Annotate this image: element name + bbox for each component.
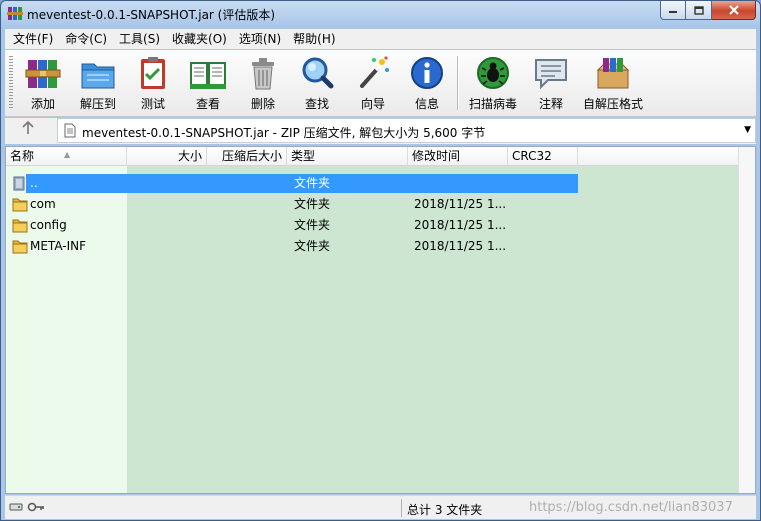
find-label: 查找 xyxy=(304,97,329,111)
comment-label: 注释 xyxy=(538,97,563,111)
status-summary: 总计 3 文件夹 xyxy=(407,503,483,517)
column-header-name[interactable]: 名称 ▲ xyxy=(6,147,127,166)
winrar-app-icon xyxy=(7,7,23,20)
column-header-size[interactable]: 大小 xyxy=(127,147,207,166)
sfx-label: 自解压格式 xyxy=(582,97,643,111)
row-type: 文件夹 xyxy=(294,176,331,190)
vertical-scrollbar[interactable] xyxy=(738,147,755,493)
watermark-text: https://blog.csdn.net/lian83037 xyxy=(529,500,733,515)
extract-to-button[interactable]: 解压到 xyxy=(77,54,119,112)
add-label: 添加 xyxy=(30,97,55,111)
sort-ascending-icon: ▲ xyxy=(64,150,71,159)
row-type: 文件夹 xyxy=(294,218,331,232)
delete-button[interactable]: 删除 xyxy=(243,54,283,112)
row-name: .. xyxy=(30,176,38,190)
toolbar: 添加 解压到 测试 查看 删除 查找 向导 信息 扫描病毒 注释 自解压格式 xyxy=(5,50,756,117)
virus-bug-icon xyxy=(477,57,509,89)
info-button[interactable]: 信息 xyxy=(407,54,447,112)
status-icons xyxy=(9,502,45,512)
column-header-name-label: 名称 xyxy=(10,149,35,163)
menu-commands[interactable]: 命令(C) xyxy=(59,29,113,49)
column-headers: 名称 ▲ 大小 压缩后大小 类型 修改时间 CRC32 xyxy=(6,147,740,166)
row-name: META-INF xyxy=(30,239,87,253)
menu-options[interactable]: 选项(N) xyxy=(233,29,287,49)
row-modified: 2018/11/25 1... xyxy=(414,239,507,253)
view-label: 查看 xyxy=(195,97,220,111)
arrow-up-icon xyxy=(22,120,34,134)
file-list[interactable]: 名称 ▲ 大小 压缩后大小 类型 修改时间 CRC32 .. 文件夹 com 文… xyxy=(5,146,756,494)
wizard-wand-icon xyxy=(360,56,389,88)
row-modified: 2018/11/25 1... xyxy=(414,218,507,232)
table-row[interactable]: com 文件夹 2018/11/25 1... xyxy=(6,194,740,214)
extract-to-label: 解压到 xyxy=(79,97,116,111)
find-button[interactable]: 查找 xyxy=(297,54,337,112)
column-header-packed-size[interactable]: 压缩后大小 xyxy=(207,147,287,166)
menu-help[interactable]: 帮助(H) xyxy=(287,29,341,49)
address-path: meventest-0.0.1-SNAPSHOT.jar - ZIP 压缩文件,… xyxy=(82,126,486,140)
extract-folder-icon xyxy=(81,63,115,89)
table-row[interactable]: config 文件夹 2018/11/25 1... xyxy=(6,215,740,235)
view-book-icon xyxy=(190,62,226,89)
key-icon[interactable] xyxy=(27,502,45,512)
comment-bubble-icon xyxy=(535,59,567,90)
menu-bar: 文件(F) 命令(C) 工具(S) 收藏夹(O) 选项(N) 帮助(H) xyxy=(5,29,756,49)
maximize-icon xyxy=(693,5,704,15)
info-icon xyxy=(411,57,443,89)
add-archive-icon xyxy=(25,60,61,88)
window-controls xyxy=(660,1,756,20)
row-name: com xyxy=(30,197,56,211)
status-bar: 总计 3 文件夹 https://blog.csdn.net/lian83037 xyxy=(5,495,756,519)
archive-file-icon xyxy=(64,123,76,138)
title-bar[interactable]: meventest-0.0.1-SNAPSHOT.jar (评估版本) xyxy=(1,1,760,26)
folder-icon xyxy=(12,219,28,233)
folder-icon xyxy=(12,240,28,254)
toolbar-grip[interactable] xyxy=(9,56,13,110)
row-type: 文件夹 xyxy=(294,197,331,211)
row-type: 文件夹 xyxy=(294,239,331,253)
folder-icon xyxy=(12,198,28,212)
window-title: meventest-0.0.1-SNAPSHOT.jar (评估版本) xyxy=(27,8,276,22)
close-button[interactable] xyxy=(712,1,756,20)
view-button[interactable]: 查看 xyxy=(187,54,229,112)
table-row[interactable]: META-INF 文件夹 2018/11/25 1... xyxy=(6,236,740,256)
row-modified: 2018/11/25 1... xyxy=(414,197,507,211)
scan-virus-label: 扫描病毒 xyxy=(468,97,517,111)
toolbar-separator xyxy=(457,56,459,110)
menu-file[interactable]: 文件(F) xyxy=(7,29,59,49)
wizard-label: 向导 xyxy=(360,97,385,111)
column-header-type[interactable]: 类型 xyxy=(287,147,408,166)
table-row[interactable]: .. 文件夹 xyxy=(6,173,740,193)
minimize-button[interactable] xyxy=(660,1,686,20)
column-header-modified[interactable]: 修改时间 xyxy=(408,147,508,166)
address-bar: meventest-0.0.1-SNAPSHOT.jar - ZIP 压缩文件,… xyxy=(5,118,756,144)
test-button[interactable]: 测试 xyxy=(133,54,173,112)
parent-folder-icon xyxy=(13,176,25,191)
menu-tools[interactable]: 工具(S) xyxy=(113,29,166,49)
add-button[interactable]: 添加 xyxy=(23,54,63,112)
winrar-window: meventest-0.0.1-SNAPSHOT.jar (评估版本) 文件(F… xyxy=(0,0,761,521)
trash-can-icon xyxy=(252,58,274,90)
row-name: config xyxy=(30,218,67,232)
close-icon xyxy=(728,5,739,15)
menu-favorites[interactable]: 收藏夹(O) xyxy=(166,29,233,49)
minimize-icon xyxy=(669,11,677,13)
drive-icon[interactable] xyxy=(9,502,23,512)
wizard-button[interactable]: 向导 xyxy=(353,54,393,112)
address-field[interactable]: meventest-0.0.1-SNAPSHOT.jar - ZIP 压缩文件,… xyxy=(57,118,756,143)
info-label: 信息 xyxy=(414,97,439,111)
address-dropdown-arrow[interactable]: ▼ xyxy=(744,125,751,135)
row-modified xyxy=(414,173,508,193)
delete-label: 删除 xyxy=(250,97,275,111)
status-separator xyxy=(401,499,402,517)
test-clipboard-icon xyxy=(141,57,165,89)
magnifier-icon xyxy=(302,57,334,89)
up-one-level-button[interactable] xyxy=(19,120,37,139)
sfx-button[interactable]: 自解压格式 xyxy=(581,54,645,112)
comment-button[interactable]: 注释 xyxy=(531,54,571,112)
sfx-box-icon xyxy=(596,58,630,89)
maximize-button[interactable] xyxy=(686,1,712,20)
column-header-crc32[interactable]: CRC32 xyxy=(508,147,578,166)
test-label: 测试 xyxy=(140,97,165,111)
scan-virus-button[interactable]: 扫描病毒 xyxy=(467,54,519,112)
